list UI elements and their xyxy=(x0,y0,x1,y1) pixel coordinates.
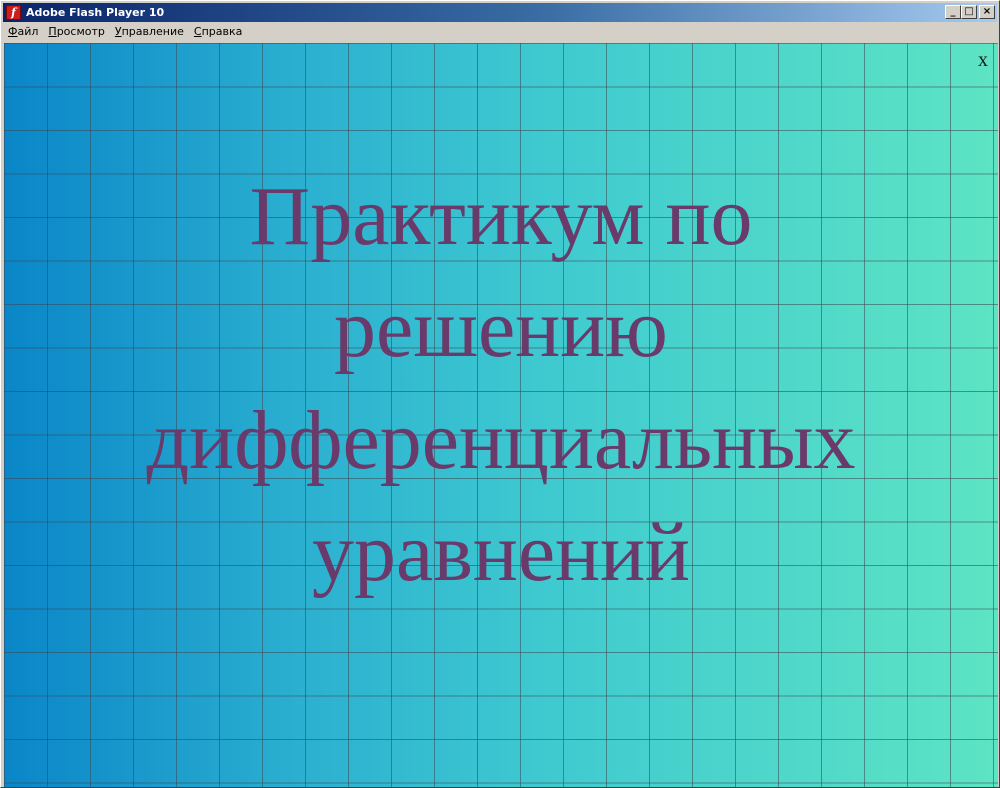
menu-file[interactable]: Файл xyxy=(3,23,43,41)
title-bar[interactable]: f Adobe Flash Player 10 _ □ × xyxy=(3,3,997,22)
flash-stage: x Практикум по решению дифференциальных … xyxy=(4,43,998,787)
menu-view[interactable]: Просмотр xyxy=(43,23,109,41)
presentation-title: Практикум по решению дифференциальных ур… xyxy=(4,161,998,609)
title-line: дифференциальных xyxy=(146,394,856,487)
menu-help[interactable]: Справка xyxy=(189,23,247,41)
stage-close-button[interactable]: x xyxy=(978,49,988,72)
flash-app-icon: f xyxy=(6,5,21,20)
title-line: уравнений xyxy=(311,506,691,599)
flash-player-window: f Adobe Flash Player 10 _ □ × Файл Просм… xyxy=(0,0,1000,788)
menu-control[interactable]: Управление xyxy=(110,23,189,41)
title-line: Практикум по xyxy=(249,170,753,263)
window-controls: _ □ × xyxy=(945,5,995,19)
maximize-button[interactable]: □ xyxy=(961,5,977,19)
title-line: решению xyxy=(334,282,668,375)
minimize-button[interactable]: _ xyxy=(945,5,961,19)
window-title: Adobe Flash Player 10 xyxy=(26,6,165,19)
menu-bar: Файл Просмотр Управление Справка xyxy=(3,23,997,41)
close-window-button[interactable]: × xyxy=(979,5,995,19)
